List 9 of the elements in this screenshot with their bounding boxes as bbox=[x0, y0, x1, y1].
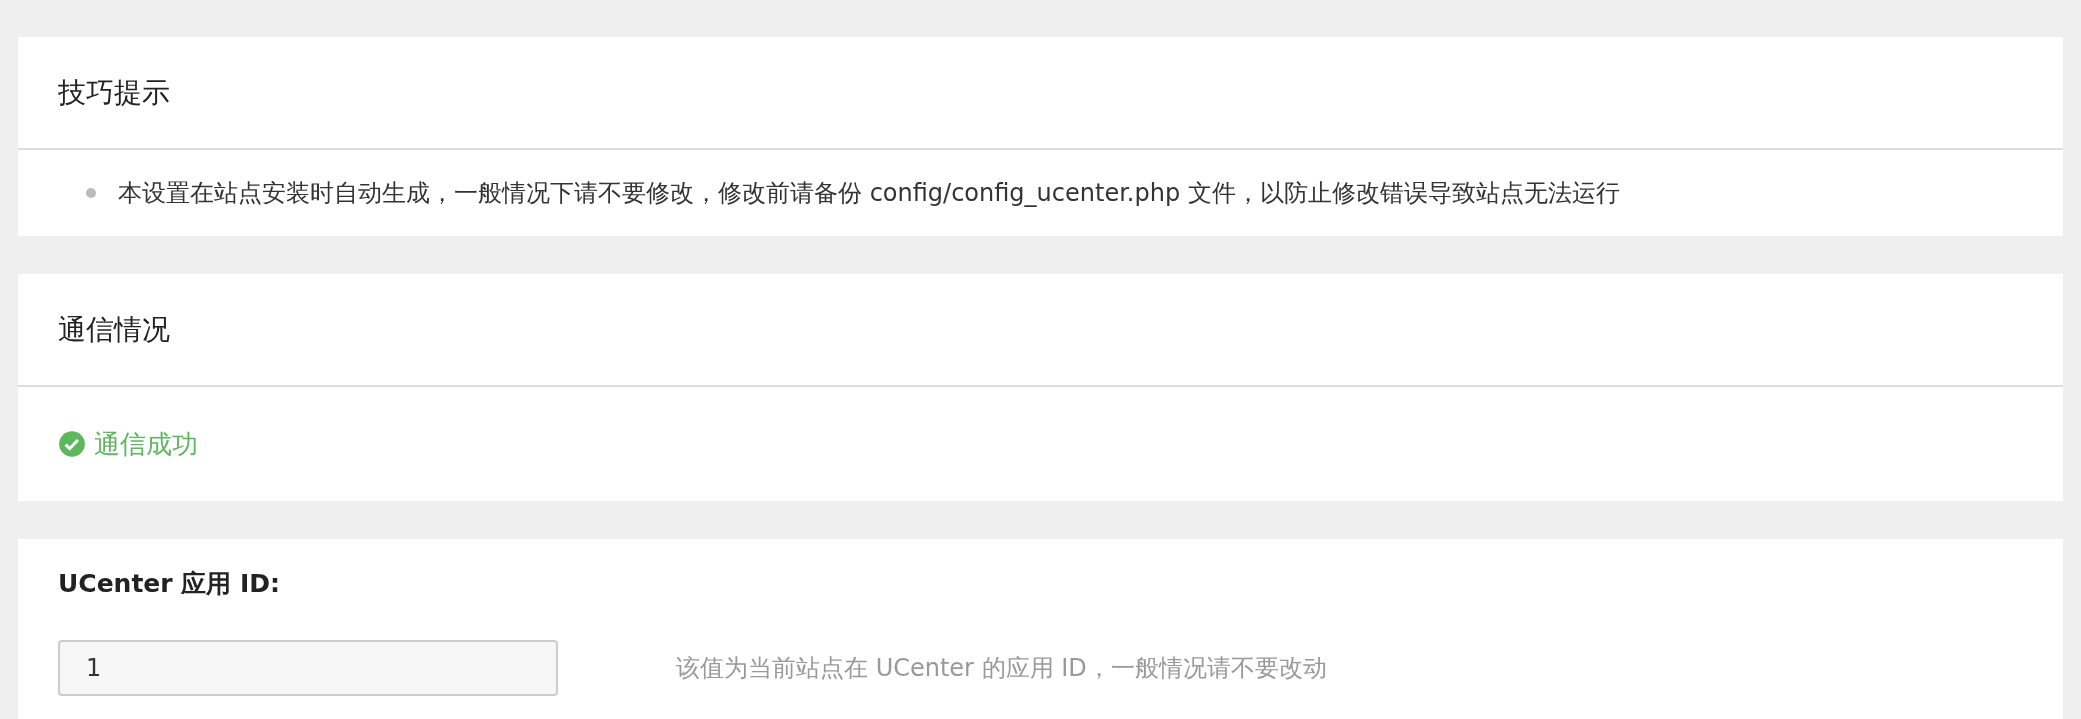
tip-text: 本设置在站点安装时自动生成，一般情况下请不要修改，修改前请备份 config/config_ucenter.php 文件，以防止修改错误导致站点无法运行 bbox=[118, 178, 1620, 209]
bullet-icon bbox=[86, 188, 96, 198]
field-label: UCenter 应用 ID: bbox=[58, 568, 281, 600]
status-text: 通信成功 bbox=[94, 427, 198, 461]
panel-title: 技巧提示 bbox=[58, 74, 170, 111]
hint-text: 该值为当前站点在 UCenter 的应用 ID，一般情况请不要改动 bbox=[676, 653, 1327, 684]
panel-title: 通信情况 bbox=[58, 311, 170, 348]
check-circle-icon bbox=[58, 430, 86, 458]
input-field[interactable]: 1 bbox=[58, 640, 558, 696]
